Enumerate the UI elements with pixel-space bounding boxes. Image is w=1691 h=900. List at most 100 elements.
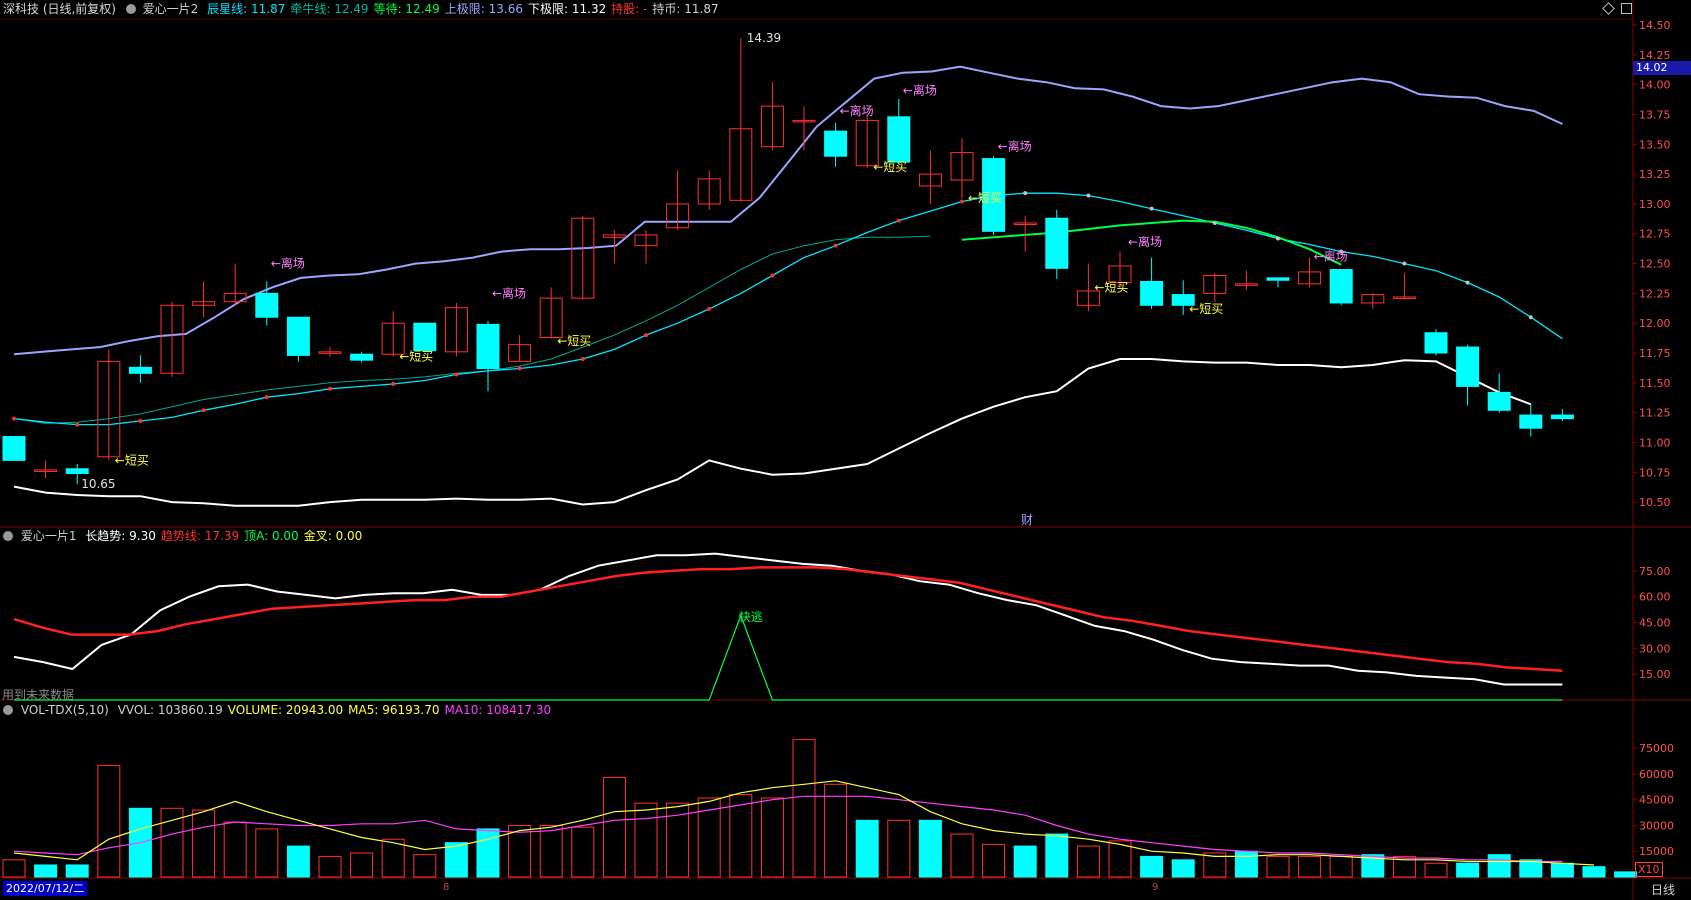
volume-bar — [1582, 866, 1606, 878]
collapse-circle-icon[interactable] — [3, 705, 13, 715]
price-tick-label: 12.00 — [1639, 317, 1671, 330]
header-value: 11.87 — [680, 2, 719, 16]
price-tick-label: 13.75 — [1639, 108, 1671, 121]
candle-body — [476, 323, 500, 370]
mid-line-dot — [75, 422, 80, 427]
candle-body — [1045, 217, 1069, 269]
price-annotation: ←短买 — [873, 160, 907, 174]
price-tick-label: 11.00 — [1639, 436, 1671, 449]
stock-chart[interactable]: 14.50 14.25 14.00 13.75 13.50 13.25 13.00 12.75… — [0, 0, 1691, 900]
volume-header: VOL-TDX(5,10) VVOL: 103860.19 VOLUME: 209… — [3, 702, 551, 718]
volume-bar — [223, 821, 247, 878]
mid-line-dot — [138, 419, 143, 424]
price-annotation: 10.65 — [81, 477, 115, 491]
mid-line — [13, 192, 1563, 426]
mid-line-dot — [1023, 191, 1028, 196]
price-annotation: ←短买 — [399, 350, 433, 364]
price-tick-label: 12.75 — [1639, 228, 1671, 241]
volume-item: VVOL: — [117, 703, 155, 717]
volume-bar — [1140, 855, 1164, 878]
volume-bar — [1456, 862, 1480, 878]
mid-line-dot — [644, 333, 648, 338]
volume-bar — [97, 764, 121, 878]
volume-bar — [1424, 862, 1448, 878]
price-tick-label: 13.25 — [1639, 168, 1671, 181]
lower-band-line — [13, 358, 1532, 507]
indicator-tick-label: 60.00 — [1639, 591, 1671, 604]
price-annotation: ←离场 — [271, 256, 305, 271]
finance-marker[interactable]: 财 — [1021, 511, 1033, 528]
header-item: 牵牛线: — [290, 2, 331, 16]
header-item: 持股: — [611, 2, 640, 16]
future-data-label: 用到未来数据 — [2, 688, 75, 702]
price-tick-label: 10.50 — [1639, 496, 1671, 509]
price-tick-label: 14.00 — [1639, 79, 1671, 92]
indicator1-item: 长趋势: — [85, 529, 126, 543]
collapse-circle-icon[interactable] — [3, 531, 13, 541]
volume-bar — [729, 794, 753, 878]
month-mark-9: 9 — [1152, 882, 1159, 893]
volume-bar — [602, 776, 626, 878]
volume-bar — [255, 828, 279, 878]
candle-body — [1140, 280, 1164, 306]
candle-body — [286, 316, 310, 356]
volume-bar — [950, 833, 974, 878]
volume-bar — [34, 864, 58, 878]
price-annotation: ←短买 — [1094, 280, 1128, 294]
mid-line-dot — [770, 273, 775, 278]
price-tick-label: 14.50 — [1639, 19, 1671, 32]
date-badge: 2022/07/12/二 — [3, 881, 88, 896]
indicator1-title[interactable]: 爱心一片1 — [21, 529, 77, 543]
volume-bar — [413, 854, 437, 878]
mid-line-dot — [1465, 280, 1470, 285]
candle-body — [1519, 414, 1543, 429]
mid-line-dot — [707, 306, 712, 311]
indicator-tick-label: 30.00 — [1639, 642, 1671, 655]
header-item: 等待: — [373, 2, 402, 16]
price-tick-label: 11.50 — [1639, 377, 1671, 390]
indicator1-item: 金叉: — [303, 529, 332, 543]
trend-line — [13, 566, 1563, 672]
collapse-circle-icon[interactable] — [125, 4, 136, 14]
volume-item: VOLUME: — [227, 703, 283, 717]
zoom-label[interactable]: X10 — [1635, 862, 1663, 877]
candle-body — [887, 116, 911, 163]
volume-bar — [286, 845, 310, 878]
volume-bar — [1487, 854, 1511, 878]
month-mark-8: 8 — [443, 882, 450, 893]
top-a-line — [14, 613, 1563, 701]
volume-item: MA10: — [444, 703, 483, 717]
indicator-annotation: 快逃 — [739, 610, 763, 624]
volume-bar — [634, 802, 658, 878]
candle-body — [255, 292, 279, 318]
price-tick-label: 11.75 — [1639, 347, 1671, 360]
price-tick-label: 13.00 — [1639, 198, 1671, 211]
candle-body — [1487, 391, 1511, 411]
volume-bar — [792, 739, 816, 878]
candle-body — [1266, 277, 1290, 281]
mid-line-dot — [264, 395, 269, 400]
period-button[interactable]: 日线 — [1651, 881, 1675, 898]
indicator-name[interactable]: 爱心一片2 — [143, 2, 199, 16]
candle-body — [1456, 346, 1480, 387]
volume-title[interactable]: VOL-TDX(5,10) — [21, 703, 109, 717]
header-value: 12.49 — [401, 2, 440, 16]
price-annotation: ←短买 — [557, 334, 591, 348]
header-item: 持币: — [652, 2, 681, 16]
price-tick-label: 10.75 — [1639, 466, 1671, 479]
volume-bar — [1329, 855, 1353, 878]
indicator1-value: 17.39 — [200, 529, 240, 543]
volume-bar — [476, 828, 500, 878]
price-annotation: ←离场 — [840, 103, 874, 118]
volume-bar — [887, 819, 911, 878]
volume-bar — [760, 797, 784, 878]
indicator1-item: 趋势线: — [160, 529, 201, 543]
settings-square-icon[interactable] — [1621, 3, 1632, 14]
volume-bar — [1076, 845, 1100, 878]
volume-bar — [350, 852, 374, 878]
candle-body — [128, 366, 152, 374]
candle-body — [1424, 332, 1448, 354]
volume-bar — [1266, 855, 1290, 878]
candle-body — [2, 436, 26, 461]
volume-tick-label: 75000 — [1639, 742, 1674, 755]
